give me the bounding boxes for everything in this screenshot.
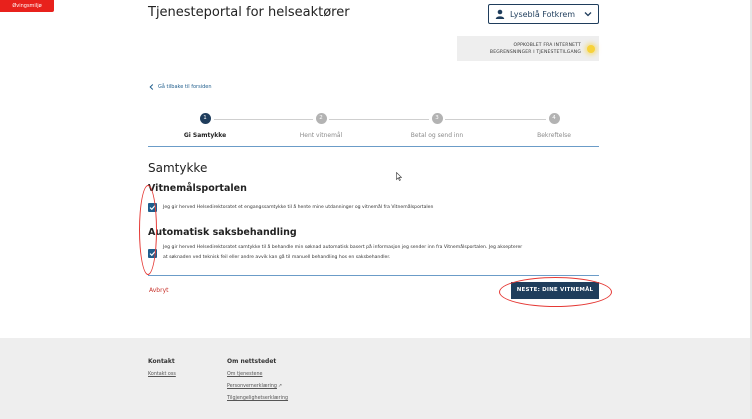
connection-status-line1: OPPKOBLET FRA INTERNETT: [513, 42, 581, 48]
step-fetch-diploma: 2 Hent vitnemål: [261, 112, 381, 139]
checkmark-icon: [149, 205, 156, 211]
step-confirmation: 4 Bekreftelse: [494, 112, 614, 139]
page-header-title: Tjenesteportal for helseaktører: [148, 5, 350, 20]
footer-about-heading: Om nettstedet: [227, 358, 277, 365]
next-button[interactable]: NESTE: DINE VITNEMÅL: [511, 282, 599, 299]
consent-row-diploma-portal: Jeg gir herved Helsedirektoratet et enga…: [148, 203, 433, 213]
consent-text-diploma-portal: Jeg gir herved Helsedirektoratet et enga…: [163, 205, 434, 210]
section-heading-diploma-portal: Vitnemålsportalen: [148, 183, 247, 194]
consent-title: Samtykke: [148, 161, 208, 175]
step-label: Hent vitnemål: [299, 132, 343, 139]
chevron-left-icon: [149, 84, 154, 90]
mouse-cursor-icon: [396, 172, 402, 181]
step-label: Gi Samtykke: [183, 132, 227, 139]
connection-status-box: OPPKOBLET FRA INTERNETT BEGRENSNINGER I …: [457, 36, 599, 61]
status-sun-icon: [587, 44, 595, 53]
chevron-down-icon: [584, 12, 592, 17]
back-to-home-link[interactable]: Gå tilbake til forsiden: [149, 84, 212, 90]
step-number: 2: [315, 113, 327, 124]
actions-divider: [148, 275, 599, 276]
external-link-icon: ↗: [277, 384, 283, 389]
consent-row-automatic-processing: Jeg gir herved Helsedirektoratet samtykk…: [148, 243, 522, 263]
footer-link-about-services[interactable]: Om tjenestene: [227, 372, 288, 377]
connection-status-line2: BEGRENSNINGER I TJENESTETILGANG: [489, 49, 581, 55]
consent-checkbox-diploma-portal[interactable]: [148, 203, 157, 212]
footer-link-accessibility[interactable]: Tilgjengelighetserklæring: [227, 396, 288, 401]
step-label: Betal og send inn: [410, 132, 464, 139]
progress-stepper: 1 Gi Samtykke 2 Hent vitnemål 3 Betal og…: [148, 112, 599, 148]
footer-about-column: Om nettstedet Om tjenestene Personverner…: [227, 358, 288, 408]
checkmark-icon: [149, 251, 156, 257]
user-icon: [495, 9, 505, 19]
page-footer: Kontakt Kontakt oss Om nettstedet Om tje…: [0, 338, 752, 419]
consent-text-line: at søknaden ved teknisk feil eller andre…: [163, 255, 391, 260]
step-label: Bekreftelse: [537, 132, 571, 139]
step-number: 3: [431, 113, 443, 124]
consent-text-automatic-processing: Jeg gir herved Helsedirektoratet samtykk…: [163, 243, 522, 263]
environment-badge: Øvingsmiljø: [0, 0, 54, 12]
stepper-underline: [148, 146, 599, 147]
step-give-consent: 1 Gi Samtykke: [145, 112, 265, 139]
footer-contact-link[interactable]: Kontakt oss: [148, 372, 176, 377]
footer-contact-column: Kontakt Kontakt oss: [148, 358, 176, 384]
user-menu-label: Lyseblå Fotkrem: [510, 9, 576, 19]
consent-checkbox-automatic-processing[interactable]: [148, 249, 157, 258]
step-pay-submit: 3 Betal og send inn: [377, 112, 497, 139]
cancel-link[interactable]: Avbryt: [149, 287, 168, 294]
connection-status-text: OPPKOBLET FRA INTERNETT BEGRENSNINGER I …: [463, 42, 587, 56]
step-number: 4: [548, 113, 560, 124]
back-link-label: Gå tilbake til forsiden: [158, 84, 212, 90]
footer-link-privacy-label: Personvernerklæring: [227, 384, 277, 389]
footer-contact-heading: Kontakt: [148, 358, 175, 365]
user-menu-button[interactable]: Lyseblå Fotkrem: [488, 4, 599, 24]
step-number: 1: [199, 113, 211, 124]
consent-text-line: Jeg gir herved Helsedirektoratet samtykk…: [163, 245, 523, 250]
section-heading-automatic-processing: Automatisk saksbehandling: [148, 227, 297, 238]
footer-link-privacy[interactable]: Personvernerklæring↗: [227, 384, 288, 389]
